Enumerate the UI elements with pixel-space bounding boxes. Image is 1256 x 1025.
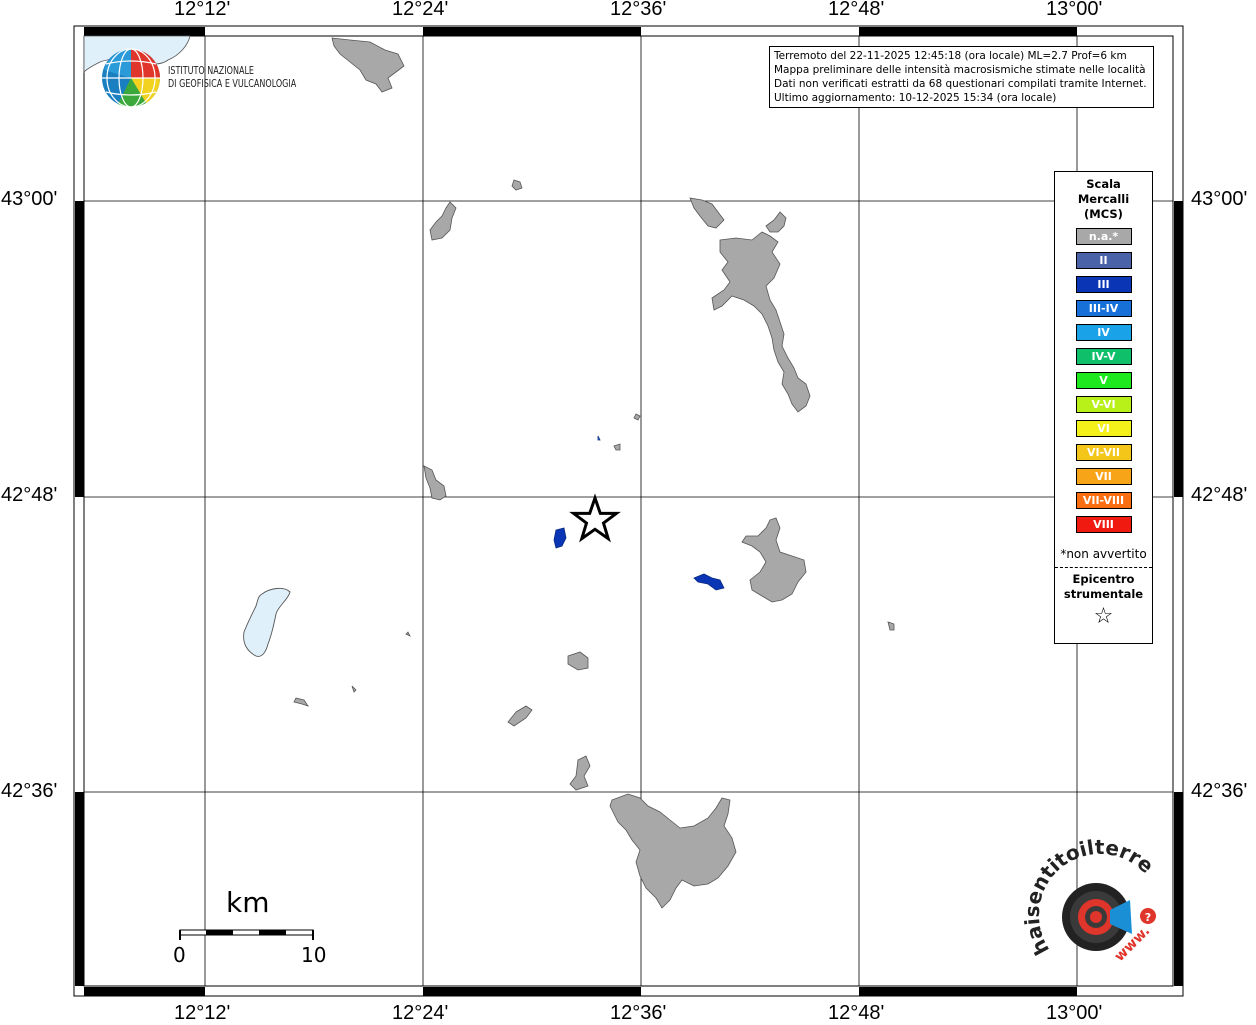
legend-item: III xyxy=(1075,276,1132,293)
legend-item: VII xyxy=(1075,468,1132,485)
mcs-legend: Scala Mercalli (MCS) n.a.* II III III-IV IV I… xyxy=(1054,171,1153,644)
lat-label-left-3: 42°36' xyxy=(1,780,58,802)
lat-label-left-1: 43°00' xyxy=(1,188,58,210)
legend-note: *non avvertito xyxy=(1060,547,1147,561)
lon-label-bottom-3: 12°36' xyxy=(610,1002,667,1024)
lat-label-right-1: 43°00' xyxy=(1191,188,1248,210)
legend-title-line-3: (MCS) xyxy=(1084,207,1123,221)
legend-item: IV-V xyxy=(1075,348,1132,365)
legend-star-icon: ☆ xyxy=(1093,604,1114,629)
legend-item: VI-VII xyxy=(1075,444,1132,461)
scale-unit: km xyxy=(226,886,270,919)
legend-epicenter-line-2: strumentale xyxy=(1063,587,1144,601)
lon-label-top-4: 12°48' xyxy=(828,0,885,20)
legend-item: VIII xyxy=(1075,516,1132,533)
scale-label-end: 10 xyxy=(301,943,327,967)
ingv-line-2: DI GEOFISICA E VULCANOLOGIA xyxy=(168,78,297,90)
scale-label-start: 0 xyxy=(173,943,186,967)
legend-items: n.a.* II III III-IV IV IV-V V V-VI VI VI-VII VII VI… xyxy=(1055,228,1152,533)
lat-label-right-3: 42°36' xyxy=(1191,780,1248,802)
event-info-line-2: Mappa preliminare delle intensità macros… xyxy=(774,64,1146,76)
event-info-line-4: Ultimo aggiornamento: 10-12-2025 15:34 (… xyxy=(774,92,1057,104)
legend-title-line-1: Scala xyxy=(1086,177,1121,191)
legend-epicenter-label: Epicentro strumentale xyxy=(1055,572,1152,602)
lon-label-top-2: 12°24' xyxy=(392,0,449,20)
legend-title: Scala Mercalli (MCS) xyxy=(1055,177,1152,222)
svg-text:?: ? xyxy=(1145,911,1151,924)
lon-label-bottom-4: 12°48' xyxy=(828,1002,885,1024)
lon-label-top-3: 12°36' xyxy=(610,0,667,20)
legend-item: VI xyxy=(1075,420,1132,437)
legend-item: V xyxy=(1075,372,1132,389)
legend-item: n.a.* xyxy=(1075,228,1132,245)
legend-epicenter-line-1: Epicentro xyxy=(1072,572,1135,586)
legend-item: V-VI xyxy=(1075,396,1132,413)
legend-item: III-IV xyxy=(1075,300,1132,317)
lon-label-top-1: 12°12' xyxy=(174,0,231,20)
legend-item: IV xyxy=(1075,324,1132,341)
event-info-line-3: Dati non verificati estratti da 68 quest… xyxy=(774,78,1147,90)
ingv-logo-text: ISTITUTO NAZIONALE DI GEOFISICA E VULCAN… xyxy=(168,65,296,91)
lon-label-bottom-5: 13°00' xyxy=(1046,1002,1103,1024)
event-info-line-1: Terremoto del 22-11-2025 12:45:18 (ora l… xyxy=(774,50,1127,62)
legend-item: II xyxy=(1075,252,1132,269)
lon-label-top-5: 13°00' xyxy=(1046,0,1103,20)
legend-separator xyxy=(1055,567,1152,568)
legend-item: VII-VIII xyxy=(1075,492,1132,509)
ingv-line-1: ISTITUTO NAZIONALE xyxy=(168,65,255,77)
legend-title-line-2: Mercalli xyxy=(1077,192,1130,206)
lat-label-right-2: 42°48' xyxy=(1191,484,1248,506)
lon-label-bottom-2: 12°24' xyxy=(392,1002,449,1024)
lon-label-bottom-1: 12°12' xyxy=(174,1002,231,1024)
map-area xyxy=(83,35,1174,987)
ingv-logo-icon xyxy=(102,48,161,108)
event-info-box: Terremoto del 22-11-2025 12:45:18 (ora l… xyxy=(769,46,1154,108)
lat-label-left-2: 42°48' xyxy=(1,484,58,506)
